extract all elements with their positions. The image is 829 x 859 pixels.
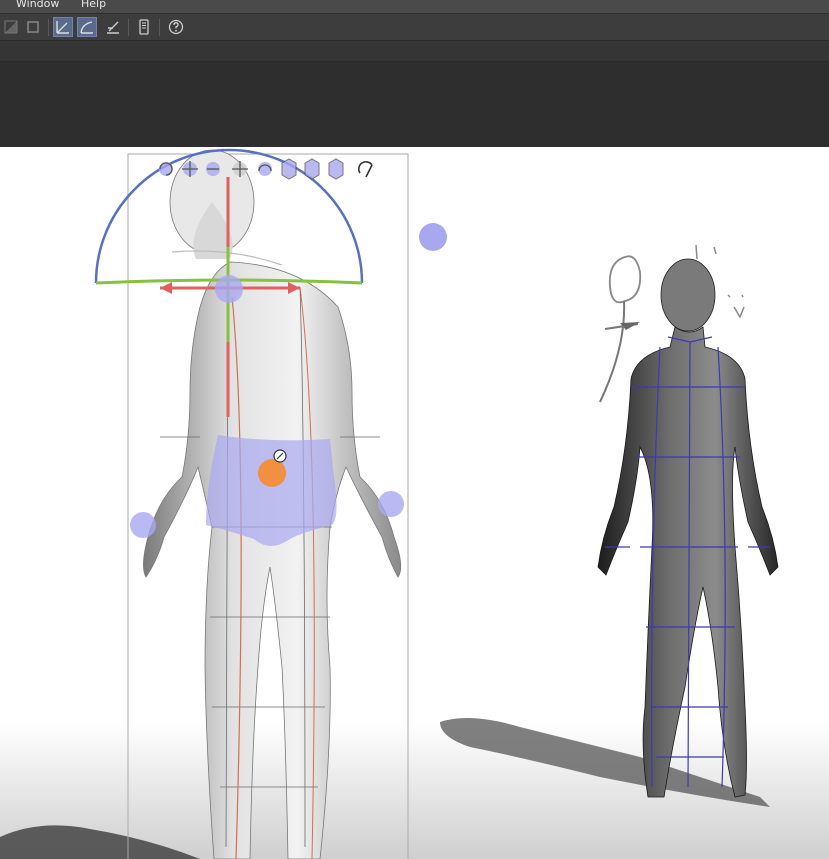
toolbar-separator (128, 19, 129, 36)
zoom-camera-icon[interactable] (206, 162, 220, 176)
joint-head-target[interactable] (419, 223, 447, 251)
menu-bar: Window Help (0, 0, 829, 13)
tool-property-bar (0, 41, 829, 62)
ruler-edit-button[interactable] (103, 17, 123, 37)
rotate-camera-icon[interactable] (159, 162, 173, 176)
help-button[interactable] (166, 17, 186, 37)
scale-3d-icon[interactable] (304, 158, 320, 180)
figure-right[interactable] (597, 258, 779, 798)
layer-button[interactable] (1, 17, 21, 37)
joint-hip-selected[interactable] (258, 459, 286, 487)
rotate-axis-icon[interactable] (281, 158, 297, 180)
ruler-edit-icon (107, 21, 119, 34)
device-button[interactable] (134, 17, 154, 37)
ruler-curve-icon (80, 21, 93, 34)
frame-icon (27, 21, 39, 33)
joint-left-wrist[interactable] (130, 512, 156, 538)
pin-icon (273, 449, 287, 463)
menu-window[interactable]: Window (16, 0, 59, 10)
canvas-viewport[interactable] (0, 147, 829, 859)
help-icon (168, 19, 184, 35)
reset-pose-icon[interactable] (328, 158, 344, 180)
toolbar-separator (48, 19, 49, 36)
joint-neck[interactable] (215, 275, 243, 303)
device-icon (139, 19, 149, 35)
frame-button[interactable] (23, 17, 43, 37)
flip-pose-icon[interactable] (357, 161, 373, 178)
ruler-curve-button[interactable] (77, 17, 97, 37)
ruler-straight-icon (56, 21, 69, 34)
joint-right-wrist[interactable] (378, 491, 404, 517)
command-bar (0, 13, 829, 41)
panel-area (0, 62, 829, 147)
ruler-straight-button[interactable] (53, 17, 73, 37)
menu-help[interactable]: Help (81, 0, 106, 10)
rotate-3d-icon[interactable] (258, 162, 272, 176)
toolbar-separator (159, 19, 160, 36)
layer-icon (4, 20, 18, 34)
viewport-scene (0, 148, 829, 859)
